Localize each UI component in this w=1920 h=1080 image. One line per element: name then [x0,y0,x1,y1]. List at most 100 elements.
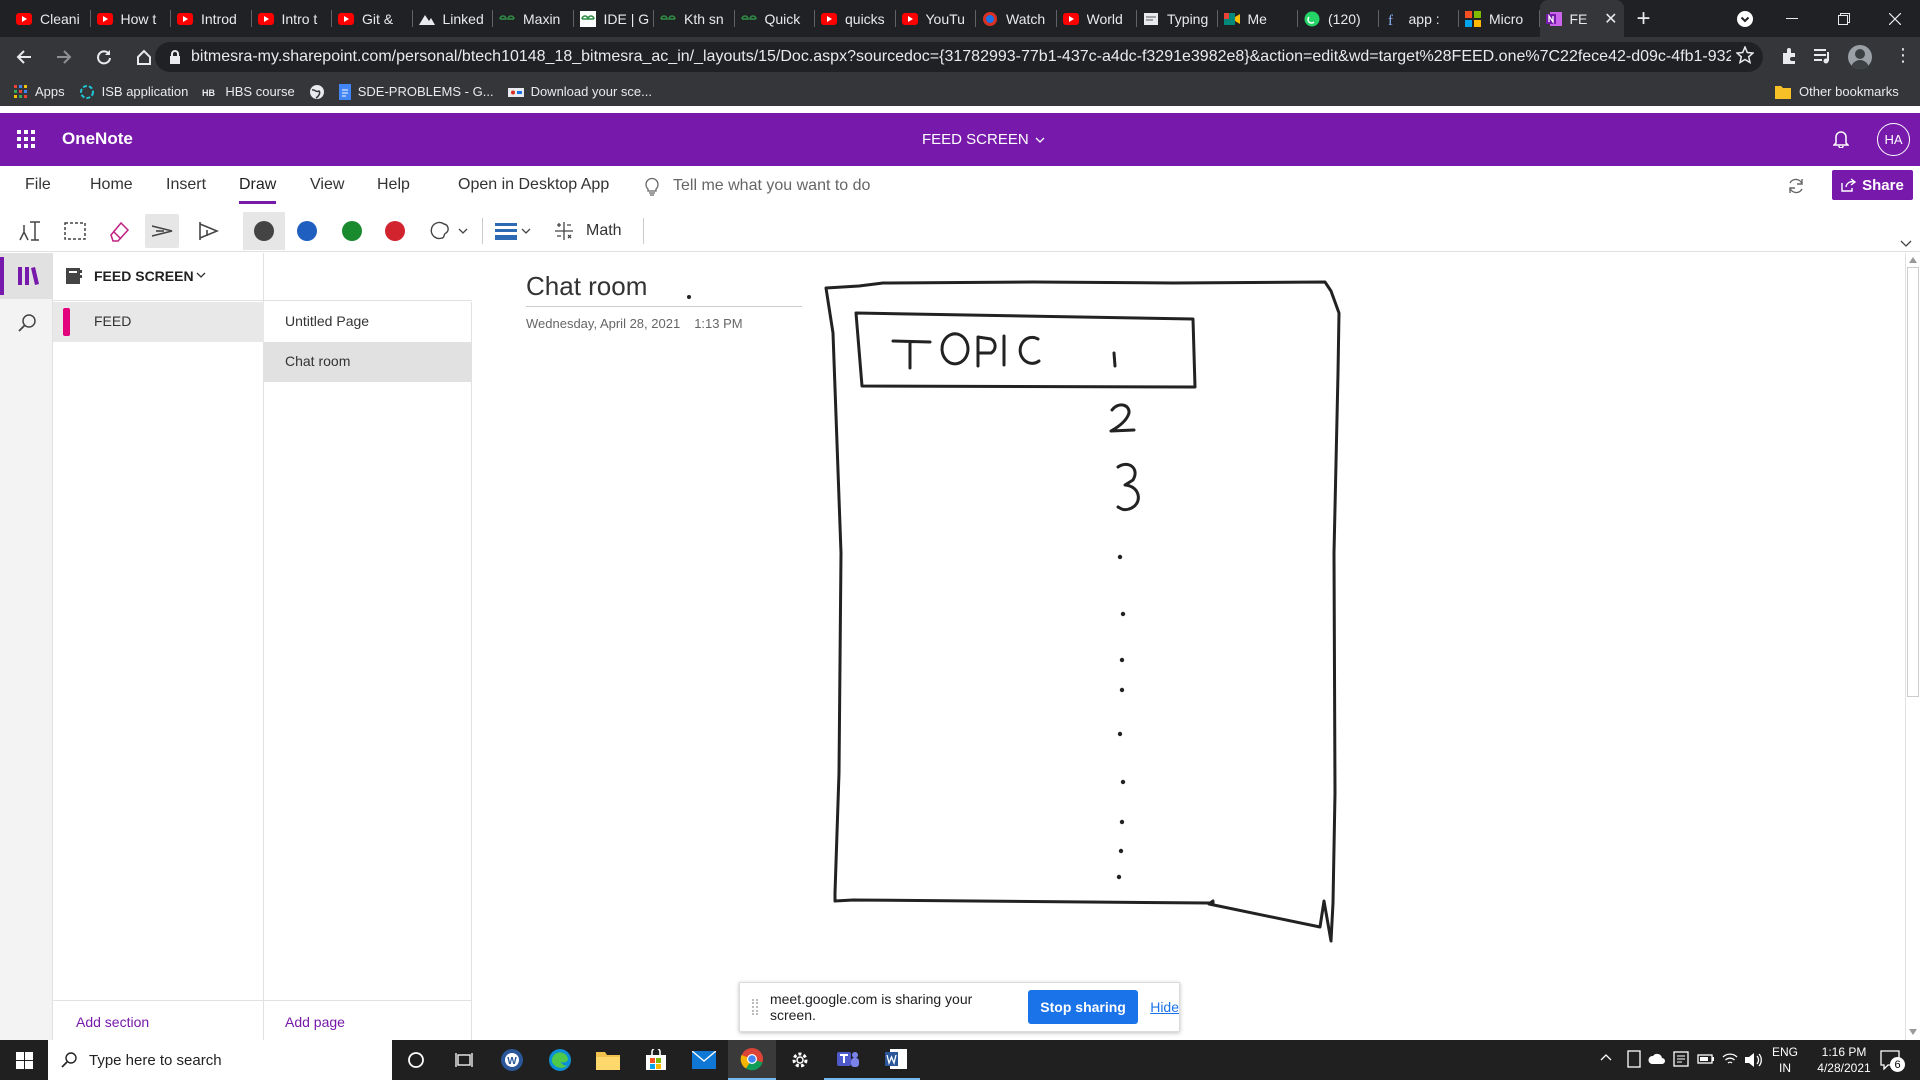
chrome-menu-icon[interactable]: ⋮ [1894,46,1912,64]
hide-link[interactable]: Hide [1150,999,1179,1015]
word-document-icon[interactable] [872,1040,920,1080]
open-in-desktop-app[interactable]: Open in Desktop App [458,176,609,194]
onedrive-icon[interactable] [1648,1053,1666,1065]
browser-tab[interactable]: quicks [815,0,896,37]
clock[interactable]: 1:16 PM 4/28/2021 [1808,1044,1880,1076]
tab-insert[interactable]: Insert [166,176,206,194]
word-app-icon[interactable]: W [488,1040,536,1080]
stroke-thickness-dropdown[interactable] [488,214,536,248]
edge-browser-icon[interactable] [536,1040,584,1080]
tray-chevron-up-icon[interactable] [1600,1053,1612,1061]
reload-icon[interactable] [88,41,120,73]
page-canvas[interactable]: Chat room Wednesday, April 28, 2021 1:13… [473,253,1903,1040]
notebook-title-dropdown[interactable]: FEED SCREEN [922,131,1045,148]
stop-sharing-button[interactable]: Stop sharing [1027,990,1139,1024]
tab-file[interactable]: File [25,176,51,194]
file-explorer-icon[interactable] [584,1040,632,1080]
bookmark-item[interactable] [309,84,325,100]
browser-tab[interactable]: Kth sn [654,0,735,37]
tab-draw[interactable]: Draw [239,176,277,204]
wifi-icon[interactable] [1722,1052,1738,1066]
battery-icon[interactable] [1697,1053,1715,1065]
type-tool-icon[interactable] [13,214,47,248]
search-icon[interactable] [17,313,37,333]
bookmark-item[interactable]: ISB application [79,84,188,100]
math-button[interactable]: Math [554,214,639,248]
scroll-up-icon[interactable] [1909,257,1917,263]
notification-center-icon[interactable]: 6 [1880,1048,1906,1072]
pen-color-red[interactable] [378,214,412,248]
minimize-icon[interactable] [1768,0,1815,37]
windows-start-icon[interactable] [0,1040,48,1080]
store-icon[interactable] [632,1040,680,1080]
cortana-icon[interactable] [392,1040,440,1080]
tab-view[interactable]: View [310,176,344,194]
browser-tab[interactable]: FE ✕ [1539,0,1624,37]
app-launcher-icon[interactable] [17,130,35,148]
bookmark-item[interactable]: HB HBS course [202,84,294,99]
section-item-feed[interactable]: FEED [53,302,264,342]
browser-tab[interactable]: IDE | G [574,0,655,37]
task-view-icon[interactable] [440,1040,488,1080]
tab-home[interactable]: Home [90,176,133,194]
chrome-icon[interactable] [728,1040,776,1080]
scroll-thumb[interactable] [1907,267,1919,697]
lasso-select-icon[interactable] [58,214,92,248]
browser-tab[interactable]: Quick [735,0,816,37]
sync-icon[interactable] [1787,177,1805,195]
page-item-chat-room[interactable]: Chat room [264,342,471,382]
page-item-untitled[interactable]: Untitled Page [264,302,471,342]
collapse-ribbon-icon[interactable] [1900,240,1912,248]
add-page-button[interactable]: Add page [285,1014,345,1030]
browser-tab[interactable]: Git & [332,0,413,37]
extensions-icon[interactable] [1780,47,1798,65]
browser-tab[interactable]: World [1057,0,1138,37]
browser-tab[interactable]: (120) [1298,0,1379,37]
user-avatar[interactable]: HA [1877,123,1910,156]
share-button[interactable]: Share [1832,170,1913,200]
tell-me-box[interactable]: Tell me what you want to do [645,176,870,196]
browser-tab[interactable]: How t [91,0,172,37]
taskbar-search-box[interactable]: Type here to search [48,1040,392,1080]
media-control-icon[interactable] [1814,48,1832,64]
address-bar[interactable]: bitmesra-my.sharepoint.com/personal/btec… [155,42,1763,72]
language-indicator[interactable]: ENG IN [1768,1044,1802,1076]
pen-color-green[interactable] [335,214,369,248]
forward-icon[interactable] [48,41,80,73]
scroll-down-icon[interactable] [1909,1029,1917,1035]
bell-icon[interactable] [1833,130,1849,148]
bookmark-item[interactable]: Download your sce... [507,84,652,99]
teams-icon[interactable] [824,1040,872,1080]
browser-tab[interactable]: Introd [171,0,252,37]
app-name[interactable]: OneNote [62,129,133,149]
notebook-header[interactable]: FEED SCREEN [53,253,472,301]
bookmark-star-icon[interactable] [1736,46,1754,64]
volume-icon[interactable] [1744,1052,1762,1068]
other-bookmarks[interactable]: Other bookmarks [1775,84,1899,99]
close-tab-icon[interactable]: ✕ [1604,9,1617,29]
tab-search-icon[interactable] [1721,0,1768,37]
add-section-button[interactable]: Add section [76,1014,149,1030]
mail-icon[interactable] [680,1040,728,1080]
bookmark-item[interactable]: SDE-PROBLEMS - G... [338,83,494,100]
restore-icon[interactable] [1820,0,1867,37]
highlighter-tool-icon[interactable] [191,214,225,248]
browser-tab[interactable]: Micro [1459,0,1540,37]
notebooks-icon[interactable] [17,266,39,286]
eraser-icon[interactable] [102,214,136,248]
ink-drawing[interactable] [473,253,1903,1040]
drag-handle-icon[interactable] [752,999,758,1015]
back-icon[interactable] [8,41,40,73]
browser-tab[interactable]: Typing [1137,0,1218,37]
pen-tool-icon[interactable] [145,214,179,248]
meet-tray-icon[interactable] [1627,1050,1641,1068]
pen-color-blue[interactable] [290,214,324,248]
close-window-icon[interactable] [1871,0,1918,37]
browser-tab[interactable]: Intro t [252,0,333,37]
ink-effects-dropdown[interactable] [425,214,473,248]
pen-color-black[interactable] [247,214,281,248]
browser-tab[interactable]: YouTu [896,0,977,37]
browser-tab[interactable]: Me [1218,0,1299,37]
browser-tab[interactable]: Cleani [10,0,91,37]
profile-avatar[interactable] [1848,45,1872,69]
